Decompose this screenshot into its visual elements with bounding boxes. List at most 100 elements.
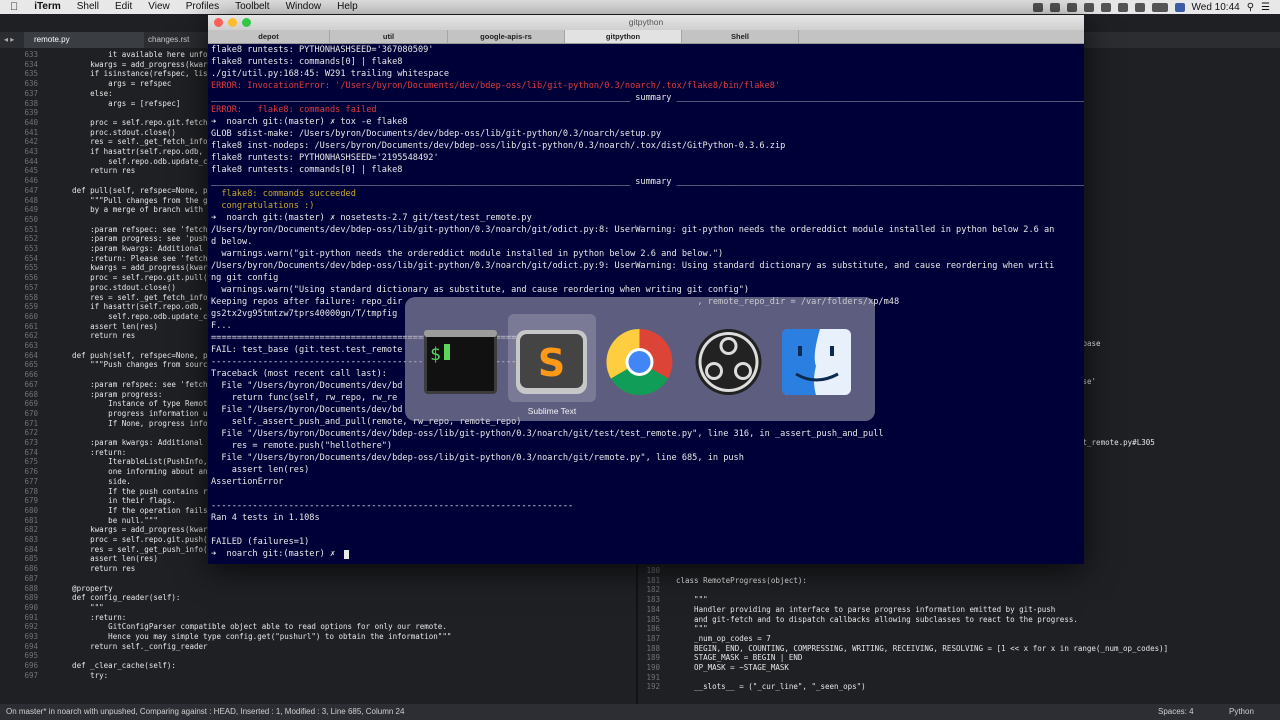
cloud-icon[interactable]: [1049, 2, 1060, 12]
zoom-button[interactable]: [242, 18, 251, 27]
tab-shell[interactable]: Shell: [682, 30, 799, 43]
menu-toolbelt[interactable]: Toolbelt: [227, 0, 277, 14]
menu-profiles[interactable]: Profiles: [178, 0, 227, 14]
terminal-line: GLOB sdist-make: /Users/byron/Documents/…: [211, 129, 662, 139]
line-number: 636: [24, 79, 38, 89]
notification-center-icon[interactable]: ☰: [1261, 2, 1270, 13]
code-line: @property: [54, 583, 113, 593]
code-line: side.: [54, 476, 131, 486]
tab-google-apis-rs[interactable]: google-apis-rs: [448, 30, 565, 43]
code-line: return self._config_reader: [54, 641, 208, 651]
obs-icon[interactable]: [690, 326, 767, 398]
chrome-icon[interactable]: [601, 326, 678, 398]
terminal-line: flake8 inst-nodeps: /Users/byron/Documen…: [211, 141, 786, 151]
line-number: 666: [24, 370, 38, 380]
wifi-icon[interactable]: [1066, 2, 1077, 12]
code-line: proc = self.repo.git.pull(sel: [54, 273, 222, 283]
close-button[interactable]: [214, 18, 223, 27]
line-number: 679: [24, 496, 38, 506]
finder-icon[interactable]: [778, 326, 855, 398]
terminal-line: Ran 4 tests in 1.108s: [211, 513, 320, 523]
window-titlebar[interactable]: gitpython: [208, 15, 1084, 30]
terminal-line: File "/Users/byron/Documents/dev/bdep-os…: [211, 429, 884, 439]
volume-icon[interactable]: [1134, 2, 1145, 12]
line-number: 695: [24, 651, 38, 661]
terminal-line: assert len(res): [211, 465, 310, 475]
iterm-window[interactable]: gitpython depot util google-apis-rs gitp…: [208, 15, 1084, 564]
terminal-line: File "/Users/byron/Documents/dev/bd: [211, 405, 403, 415]
line-number: 686: [24, 564, 38, 574]
line-number: 634: [24, 59, 38, 69]
line-number: 654: [24, 253, 38, 263]
code-line: def _clear_cache(self):: [54, 661, 176, 671]
line-number: 633: [24, 50, 38, 59]
code-line: __slots__ = ("_cur_line", "_seen_ops"): [676, 682, 866, 692]
tab-remote-py[interactable]: remote.py: [24, 32, 144, 48]
code-line: """: [54, 602, 104, 612]
flag-icon[interactable]: [1174, 2, 1185, 12]
line-number: 683: [24, 535, 38, 544]
terminal-line: res = remote.push("hellothere"): [211, 441, 393, 451]
battery-icon[interactable]: [1151, 2, 1168, 12]
tab-nav-arrows[interactable]: ◂ ▸: [4, 35, 14, 44]
code-line: return res: [54, 166, 136, 176]
terminal-line: ________________________________________…: [211, 177, 1084, 187]
sublime-text-icon[interactable]: S: [513, 326, 590, 398]
clock[interactable]: Wed 10:44: [1192, 2, 1240, 13]
line-number: 678: [24, 486, 38, 496]
terminal-line: ________________________________________…: [211, 93, 1084, 103]
line-number: 637: [24, 88, 38, 98]
terminal-line: ERROR: flake8: commands failed: [211, 105, 377, 115]
code-line: STAGE_MASK = BEGIN | END: [676, 653, 803, 663]
code-line: """Push changes from source b: [54, 360, 222, 370]
display-icon[interactable]: [1083, 2, 1094, 12]
bluetooth-icon[interactable]: [1117, 2, 1128, 12]
menu-shell[interactable]: Shell: [69, 0, 107, 14]
apple-icon[interactable]: : [0, 1, 26, 13]
terminal-line: flake8: commands succeeded: [211, 189, 356, 199]
line-number: 675: [24, 457, 38, 467]
tab-depot[interactable]: depot: [208, 30, 330, 43]
code-line: """Pull changes from the give: [54, 195, 222, 205]
line-number: 669: [24, 399, 38, 409]
code-line: args = [refspec]: [54, 98, 181, 108]
menu-app-name[interactable]: iTerm: [26, 0, 69, 14]
code-line: def config_reader(self):: [54, 593, 181, 603]
terminal-line: ➜ noarch git:(master) ✗ tox -e flake8: [211, 117, 408, 127]
syntax-setting[interactable]: Python: [1229, 704, 1254, 720]
code-line: BEGIN, END, COUNTING, COMPRESSING, WRITI…: [676, 643, 1169, 653]
line-number: 184: [646, 604, 660, 614]
tab-util[interactable]: util: [330, 30, 448, 43]
code-line: :param refspec: see 'fetch' s: [54, 224, 222, 234]
tab-label: depot: [258, 32, 279, 41]
terminal-line: Traceback (most recent call last):: [211, 369, 387, 379]
code-line: :param kwargs: Additional arg: [54, 244, 222, 253]
code-line: kwargs = add_progress(kwargs,: [54, 525, 222, 535]
code-line: :param progress:: [54, 389, 163, 399]
line-number: 676: [24, 467, 38, 477]
line-number: 693: [24, 632, 38, 641]
menu-view[interactable]: View: [140, 0, 178, 14]
line-number: 670: [24, 408, 38, 418]
line-number: 692: [24, 622, 38, 632]
menu-help[interactable]: Help: [329, 0, 366, 14]
minimize-button[interactable]: [228, 18, 237, 27]
menu-window[interactable]: Window: [278, 0, 330, 14]
terminal-icon[interactable]: $: [422, 326, 499, 398]
code-line: _num_op_codes = 7: [676, 633, 771, 643]
time-machine-icon[interactable]: [1100, 2, 1111, 12]
menu-edit[interactable]: Edit: [107, 0, 140, 14]
line-number: 192: [646, 682, 660, 692]
line-number: 190: [646, 663, 660, 672]
line-number: 661: [24, 321, 38, 331]
terminal-line: gs2tx2vg95tmtzw7tprs40000gn/T/tmpfig: [211, 309, 398, 319]
spotlight-icon[interactable]: ⚲: [1247, 2, 1254, 13]
line-number: 664: [24, 350, 38, 360]
terminal-line: AssertionError: [211, 477, 284, 487]
line-number: 690: [24, 602, 38, 612]
tab-gitpython[interactable]: gitpython: [565, 30, 682, 43]
line-number: 680: [24, 505, 38, 515]
notification-icon[interactable]: [1032, 2, 1043, 12]
indentation-setting[interactable]: Spaces: 4: [1158, 704, 1194, 720]
code-line: self.repo.odb.update_cach: [54, 311, 222, 321]
